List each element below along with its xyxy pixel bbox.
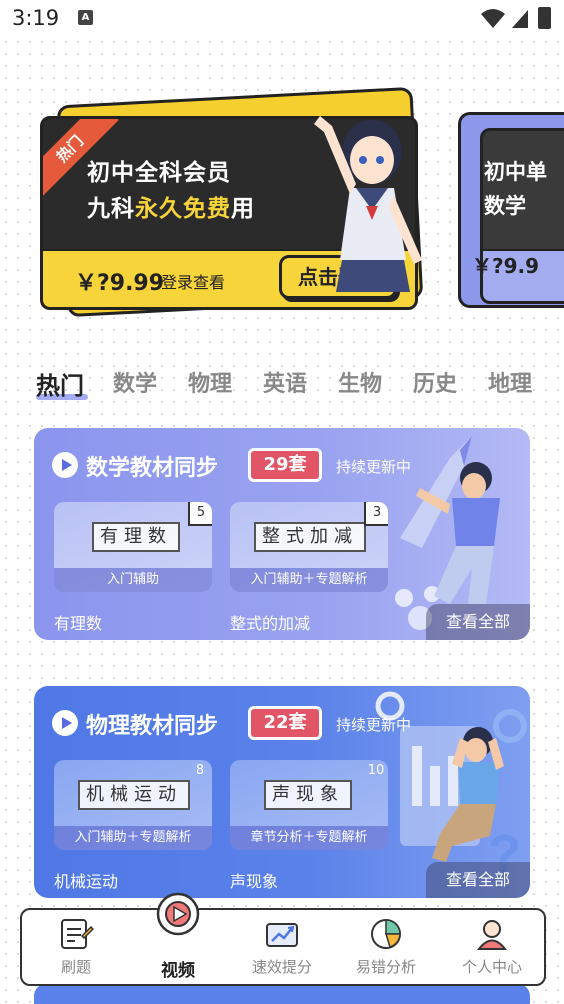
play-icon (52, 710, 78, 736)
status-time: 3:19 (12, 6, 60, 30)
wifi-icon (481, 9, 505, 28)
lesson-count: 3 (364, 502, 388, 526)
nav-item-error-analysis[interactable]: 易错分析 (336, 910, 436, 984)
next-course-card[interactable] (34, 984, 530, 1004)
card-title: 数学教材同步 (86, 456, 219, 481)
nav-label: 视频 (161, 961, 195, 981)
subject-tabs: 热门 数学 物理 英语 生物 历史 地理 (36, 366, 556, 406)
banner-subline-prefix: 九科 (87, 196, 135, 222)
nav-label: 个人中心 (461, 958, 522, 976)
banner-headline: 初中全科会员 (87, 160, 231, 186)
nav-item-profile[interactable]: 个人中心 (442, 910, 542, 984)
banner-subline-suffix: 用 (231, 196, 255, 222)
thumbnail-title-plate: 整式加减 (254, 522, 366, 552)
banner-highlight: 永久免费 (135, 196, 231, 222)
score-boost-icon (266, 923, 298, 947)
tab-english[interactable]: 英语 (263, 366, 307, 398)
banner-price: ￥?9.99 (75, 271, 165, 296)
tab-math[interactable]: 数学 (113, 366, 157, 398)
banner-price-note: 登录查看 (161, 273, 226, 292)
see-all-button[interactable]: 查看全部 (426, 604, 530, 640)
video-icon (156, 892, 200, 936)
nav-label: 速效提分 (251, 958, 312, 976)
thumbnail-subtitle: 入门辅助＋专题解析 (54, 826, 212, 850)
course-caption[interactable]: 整式的加减 (230, 610, 310, 634)
tab-biology[interactable]: 生物 (338, 366, 382, 398)
course-caption[interactable]: 有理数 (54, 610, 102, 634)
course-caption[interactable]: 机械运动 (54, 868, 118, 892)
course-count-badge: 29套 (248, 448, 322, 482)
nav-item-video[interactable]: 视频 (128, 892, 228, 984)
banner2-headline: 初中单 (484, 160, 547, 184)
tab-geography[interactable]: 地理 (488, 366, 532, 398)
lesson-count: 5 (188, 502, 212, 526)
course-thumbnail[interactable]: 机械运动 8 入门辅助＋专题解析 (54, 760, 212, 850)
profile-icon (476, 920, 508, 950)
thumbnail-title-plate: 声现象 (264, 780, 352, 810)
lesson-count: 8 (195, 763, 205, 778)
physics-course-card[interactable]: ? 物理教材同步 22套 持续更新中 机械运动 8 入门辅助＋专题解析 机械运动… (34, 686, 530, 898)
thumbnail-subtitle: 入门辅助＋专题解析 (230, 568, 388, 592)
card-title: 物理教材同步 (86, 714, 219, 739)
course-thumbnail[interactable]: 有理数 5 入门辅助 (54, 502, 212, 592)
course-thumbnail[interactable]: 整式加减 3 入门辅助＋专题解析 (230, 502, 388, 592)
course-caption[interactable]: 声现象 (230, 868, 278, 892)
nav-item-practice[interactable]: 刷题 (26, 910, 126, 984)
tab-hot[interactable]: 热门 (36, 366, 84, 401)
signal-icon (512, 10, 528, 28)
notification-icon: A (78, 10, 93, 25)
math-course-card[interactable]: 数学教材同步 29套 持续更新中 有理数 5 入门辅助 有理数 整式加减 3 入… (34, 428, 530, 640)
thumbnail-subtitle: 入门辅助 (54, 568, 212, 592)
single-subject-banner[interactable]: 初中单 数学 ￥?9.9 (458, 112, 564, 312)
nav-item-score-boost[interactable]: 速效提分 (232, 910, 332, 984)
bottom-nav: 刷题 视频 速效提分 易错分析 个人中心 (20, 892, 546, 986)
lesson-count: 10 (367, 763, 385, 778)
membership-banner[interactable]: 热门 初中全科会员 九科永久免费用 ￥?9.99 登录查看 点击登录 (40, 86, 424, 318)
nav-label: 刷题 (60, 958, 91, 976)
status-bar: 3:19 A (0, 0, 564, 40)
course-count-badge: 22套 (248, 706, 322, 740)
nav-label: 易错分析 (355, 958, 416, 976)
thumbnail-title-plate: 机械运动 (78, 780, 190, 810)
update-status: 持续更新中 (336, 716, 412, 734)
see-all-button[interactable]: 查看全部 (426, 862, 530, 898)
play-icon (52, 452, 78, 478)
update-status: 持续更新中 (336, 458, 412, 476)
error-analysis-icon (371, 919, 401, 949)
battery-icon (538, 7, 551, 29)
course-thumbnail[interactable]: 声现象 10 章节分析＋专题解析 (230, 760, 388, 850)
thumbnail-title-plate: 有理数 (92, 522, 180, 552)
banner2-subline: 数学 (484, 194, 526, 218)
banner-subline: 九科永久免费用 (87, 189, 255, 223)
tab-physics[interactable]: 物理 (188, 366, 232, 398)
tab-history[interactable]: 历史 (413, 366, 457, 398)
thumbnail-subtitle: 章节分析＋专题解析 (230, 826, 388, 850)
banner2-price: ￥?9.9 (472, 254, 540, 278)
anime-girl-illustration (314, 116, 422, 292)
practice-icon (61, 919, 94, 949)
